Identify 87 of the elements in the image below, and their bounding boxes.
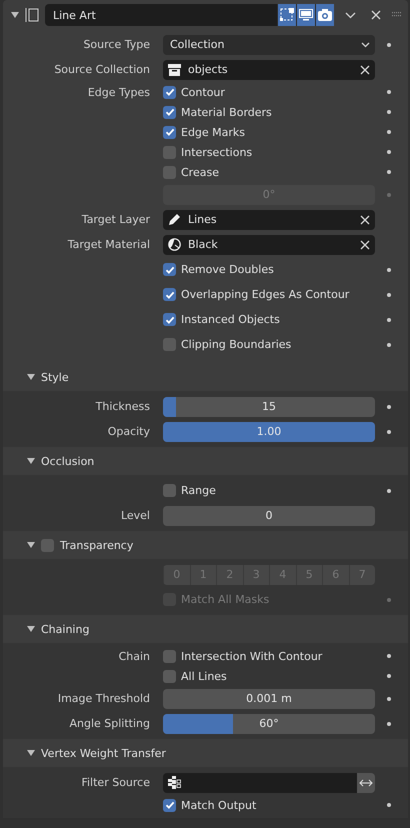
checkbox[interactable]: Contour	[163, 86, 225, 98]
property-label: Target Material	[66, 238, 151, 251]
data-field[interactable]: Black	[163, 234, 375, 254]
disclosure-triangle-icon[interactable]	[11, 11, 19, 19]
keyframe-dot-icon[interactable]	[387, 318, 391, 322]
keyframe-dot-icon[interactable]	[387, 342, 391, 346]
number-slider[interactable]: 0	[163, 506, 375, 526]
keyframe-dot-icon[interactable]	[387, 90, 391, 94]
checkbox[interactable]: Remove Doubles	[163, 263, 274, 276]
clear-icon[interactable]	[360, 214, 370, 224]
disclosure-triangle-icon[interactable]	[27, 457, 35, 465]
disclosure-triangle-icon[interactable]	[27, 625, 35, 633]
property-label: Target Layer	[80, 213, 151, 226]
property-label: Chain	[118, 650, 151, 662]
vertex-group-icon	[168, 776, 181, 789]
keyframe-dot-icon[interactable]	[387, 170, 391, 174]
toggle-button[interactable]	[277, 4, 296, 26]
toggle-button[interactable]	[296, 4, 315, 26]
property-label: Opacity	[106, 425, 151, 438]
disclosure-triangle-icon[interactable]	[27, 541, 35, 549]
keyframe-dot-icon[interactable]	[387, 292, 391, 296]
panel-title[interactable]: Transparency	[60, 538, 134, 552]
dropdown-caret-icon	[361, 42, 370, 48]
keyframe-dot-icon[interactable]	[387, 722, 391, 726]
disclosure-triangle-icon[interactable]	[27, 749, 35, 757]
invert-arrows-icon[interactable]	[356, 772, 375, 792]
checkmark-icon	[164, 290, 174, 300]
property-label: Source Type	[82, 38, 151, 51]
property-label: Filter Source	[80, 776, 151, 789]
keyframe-dot-icon[interactable]	[387, 488, 391, 492]
number-slider[interactable]: 60°	[163, 714, 375, 734]
dropdown[interactable]: Collection	[163, 34, 375, 54]
data-field[interactable]: Lines	[163, 210, 375, 230]
keyframe-dot-icon[interactable]	[387, 674, 391, 678]
toggle-button[interactable]	[315, 4, 334, 26]
disclosure-triangle-icon[interactable]	[27, 373, 35, 381]
checkbox[interactable]: Edge Marks	[163, 126, 246, 138]
keyframe-dot-icon[interactable]	[387, 110, 391, 114]
property-label: Edge Types	[86, 86, 151, 98]
checkbox[interactable]: Intersections	[163, 146, 252, 158]
checkbox[interactable]: Instanced Objects	[163, 313, 280, 326]
keyframe-dot-icon[interactable]	[387, 42, 391, 46]
checkmark-icon	[164, 264, 174, 274]
checkmark-icon	[164, 800, 174, 810]
checkbox[interactable]: Overlapping Edges As Contour	[163, 288, 350, 301]
vertex-edit-icon	[280, 8, 294, 22]
keyframe-dot-icon[interactable]	[387, 803, 391, 807]
property-label: Source Collection	[53, 63, 151, 76]
keyframe-dot-icon[interactable]	[387, 404, 391, 408]
property-label: Thickness	[94, 400, 151, 413]
number-slider[interactable]: 0.001 m	[163, 688, 375, 708]
property-label: Level	[120, 509, 151, 522]
panel-title[interactable]: Occlusion	[41, 454, 94, 468]
checkbox[interactable]	[41, 538, 54, 552]
material-sphere-icon	[168, 238, 181, 251]
checkbox[interactable]: Intersection With Contour	[163, 650, 322, 662]
modifier-name-field[interactable]: Line Art	[45, 4, 334, 26]
number-slider[interactable]: 15	[163, 396, 375, 416]
checkbox[interactable]: Range	[163, 484, 216, 497]
vertex-group-field[interactable]	[163, 772, 357, 792]
keyframe-dot-icon[interactable]	[387, 268, 391, 272]
keyframe-dot-icon[interactable]	[387, 696, 391, 700]
pencil-icon	[168, 213, 181, 226]
checkmark-icon	[164, 314, 174, 324]
checkbox[interactable]: Match Output	[163, 798, 256, 812]
monitor-icon	[299, 9, 313, 21]
data-field[interactable]: objects	[163, 60, 375, 80]
clear-icon[interactable]	[360, 64, 370, 74]
panel-title[interactable]: Vertex Weight Transfer	[41, 746, 166, 760]
close-icon[interactable]	[371, 10, 381, 20]
number-slider[interactable]: 1.00	[163, 422, 375, 442]
box-icon	[168, 64, 181, 76]
checkbox[interactable]: Crease	[163, 166, 219, 178]
panel-title[interactable]: Style	[41, 370, 69, 384]
keyframe-dot-icon[interactable]	[387, 150, 391, 154]
property-label: Angle Splitting	[68, 717, 151, 730]
keyframe-dot-icon[interactable]	[387, 654, 391, 658]
property-label: Image Threshold	[56, 692, 151, 705]
checkbox[interactable]: All Lines	[163, 670, 227, 682]
keyframe-dot-icon[interactable]	[387, 130, 391, 134]
panel-title[interactable]: Chaining	[41, 622, 90, 636]
modifier-icon	[25, 8, 39, 22]
checkbox[interactable]: Clipping Boundaries	[163, 338, 292, 351]
keyframe-dot-icon[interactable]	[387, 430, 391, 434]
camera-icon	[318, 9, 332, 21]
checkbox[interactable]: Material Borders	[163, 106, 272, 118]
clear-icon[interactable]	[360, 240, 370, 250]
